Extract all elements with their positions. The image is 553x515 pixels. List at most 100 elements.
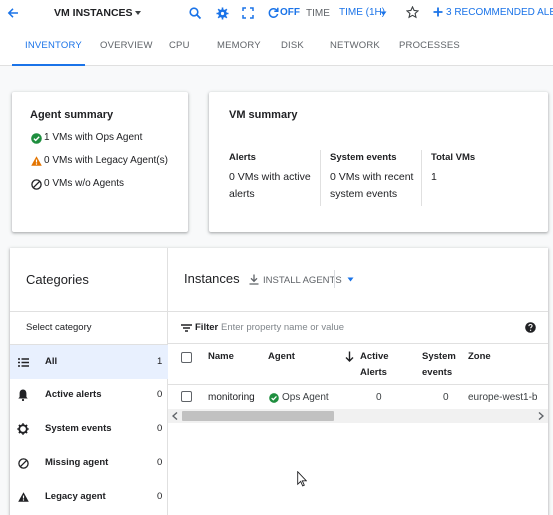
- divider: [10, 311, 168, 312]
- category-active-alerts[interactable]: Active alerts 0: [10, 379, 168, 413]
- category-count: 0: [157, 491, 163, 502]
- help-icon[interactable]: [524, 321, 536, 333]
- vm-summary-title: VM summary: [229, 109, 298, 121]
- time-label: TIME: [306, 8, 330, 19]
- column-header-system-events[interactable]: System: [422, 349, 456, 364]
- recommended-alerts-button[interactable]: 3 RECOMMENDED ALERTS: [446, 7, 553, 18]
- alerts-value-line2: alerts: [229, 188, 255, 200]
- category-count: 0: [157, 389, 163, 400]
- category-label: Active alerts: [45, 389, 102, 400]
- mouse-cursor-icon: [296, 470, 308, 488]
- warning-icon: [30, 155, 42, 167]
- no-agent-count: 0 VMs w/o Agents: [44, 178, 125, 189]
- divider: [334, 270, 335, 288]
- title-dropdown-icon[interactable]: [134, 9, 142, 17]
- warning-icon: [17, 491, 29, 503]
- filter-label: Filter: [195, 322, 219, 333]
- ops-agent-count: 1 VMs with Ops Agent: [44, 132, 143, 143]
- inventory-panel: Categories Select category All 1 Active …: [10, 248, 548, 515]
- instance-active-alerts: 0: [376, 392, 382, 403]
- legacy-agent-count: 0 VMs with Legacy Agent(s): [44, 155, 168, 166]
- category-label: All: [45, 356, 58, 367]
- vm-summary-card: VM summary Alerts 0 VMs with active aler…: [209, 92, 548, 232]
- category-label: Legacy agent: [45, 491, 106, 502]
- total-vms-label: Total VMs: [431, 152, 476, 163]
- column-header-agent[interactable]: Agent: [268, 349, 295, 364]
- system-events-value-line2: system events: [330, 188, 398, 200]
- tab-bar: INVENTORY OVERVIEW CPU MEMORY DISK NETWO…: [0, 26, 553, 66]
- bell-icon: [17, 389, 29, 401]
- select-all-checkbox[interactable]: [181, 352, 192, 363]
- tab-memory[interactable]: MEMORY: [217, 40, 261, 51]
- category-count: 0: [157, 457, 163, 468]
- tab-inventory[interactable]: INVENTORY: [25, 40, 82, 51]
- category-count: 0: [157, 423, 163, 434]
- total-vms-value: 1: [431, 171, 437, 183]
- column-header-name[interactable]: Name: [208, 349, 234, 364]
- list-icon: [17, 356, 29, 368]
- instance-name[interactable]: monitoring: [208, 392, 255, 403]
- install-dropdown-icon[interactable]: [346, 276, 354, 282]
- settings-icon[interactable]: [213, 4, 231, 22]
- tab-processes[interactable]: PROCESSES: [399, 40, 460, 51]
- tab-network[interactable]: NETWORK: [330, 40, 380, 51]
- column-header-system-events-line2[interactable]: events: [422, 365, 452, 380]
- category-count: 1: [157, 356, 163, 367]
- time-range-dropdown-icon[interactable]: [379, 9, 387, 17]
- back-arrow-icon[interactable]: [5, 5, 21, 21]
- system-events-value-line1: 0 VMs with recent: [330, 171, 414, 183]
- select-category-label: Select category: [26, 322, 92, 333]
- instance-system-events: 0: [443, 392, 449, 403]
- tab-disk[interactable]: DISK: [281, 40, 304, 51]
- instances-panel: Instances INSTALL AGENTS Filter Enter pr…: [168, 248, 548, 515]
- categories-title: Categories: [26, 272, 89, 287]
- column-header-zone[interactable]: Zone: [468, 349, 491, 364]
- filter-input[interactable]: Enter property name or value: [221, 322, 344, 333]
- scroll-right-icon[interactable]: [536, 411, 546, 421]
- divider: [421, 150, 422, 206]
- table-row[interactable]: monitoring Ops Agent 0 0 europe-west1-b: [168, 385, 548, 409]
- download-icon[interactable]: [248, 273, 260, 285]
- active-tab-indicator: [12, 64, 85, 66]
- add-icon[interactable]: [432, 6, 444, 18]
- divider: [320, 150, 321, 206]
- category-legacy-agent[interactable]: Legacy agent 0: [10, 481, 168, 515]
- filter-icon: [181, 323, 192, 332]
- category-system-events[interactable]: System events 0: [10, 413, 168, 447]
- categories-panel: Categories Select category All 1 Active …: [10, 248, 168, 515]
- scrollbar-thumb[interactable]: [182, 411, 334, 421]
- category-missing-agent[interactable]: Missing agent 0: [10, 447, 168, 481]
- horizontal-scrollbar[interactable]: [168, 409, 548, 423]
- check-circle-icon: [30, 132, 42, 144]
- gear-icon: [17, 423, 29, 435]
- column-header-active-alerts-line2[interactable]: Alerts: [360, 365, 387, 380]
- divider: [168, 311, 548, 312]
- alerts-value-line1: 0 VMs with active: [229, 171, 311, 183]
- star-icon[interactable]: [405, 5, 419, 19]
- row-checkbox[interactable]: [181, 391, 192, 402]
- agent-summary-title: Agent summary: [30, 109, 114, 121]
- alerts-label: Alerts: [229, 152, 256, 163]
- divider: [168, 343, 548, 344]
- fullscreen-icon[interactable]: [240, 5, 256, 21]
- category-all[interactable]: All 1: [10, 345, 168, 379]
- refresh-icon[interactable]: [266, 5, 280, 21]
- install-agents-button[interactable]: INSTALL AGENTS: [263, 275, 342, 286]
- block-icon: [17, 457, 29, 469]
- tab-cpu[interactable]: CPU: [169, 40, 190, 51]
- system-events-label: System events: [330, 152, 397, 163]
- category-label: System events: [45, 423, 112, 434]
- instance-agent: Ops Agent: [282, 392, 329, 403]
- query-icon[interactable]: [186, 4, 204, 22]
- scroll-left-icon[interactable]: [170, 411, 180, 421]
- arrow-down-icon[interactable]: [344, 350, 354, 362]
- instance-zone: europe-west1-b: [468, 392, 538, 403]
- category-label: Missing agent: [45, 457, 109, 468]
- auto-refresh-toggle[interactable]: OFF: [280, 7, 300, 18]
- page-title: VM INSTANCES: [54, 7, 133, 19]
- block-icon: [30, 178, 42, 190]
- agent-summary-card: Agent summary 1 VMs with Ops Agent 0 VMs…: [12, 92, 188, 232]
- tab-overview[interactable]: OVERVIEW: [100, 40, 153, 51]
- instances-title: Instances: [184, 271, 240, 286]
- column-header-active-alerts[interactable]: Active: [360, 349, 389, 364]
